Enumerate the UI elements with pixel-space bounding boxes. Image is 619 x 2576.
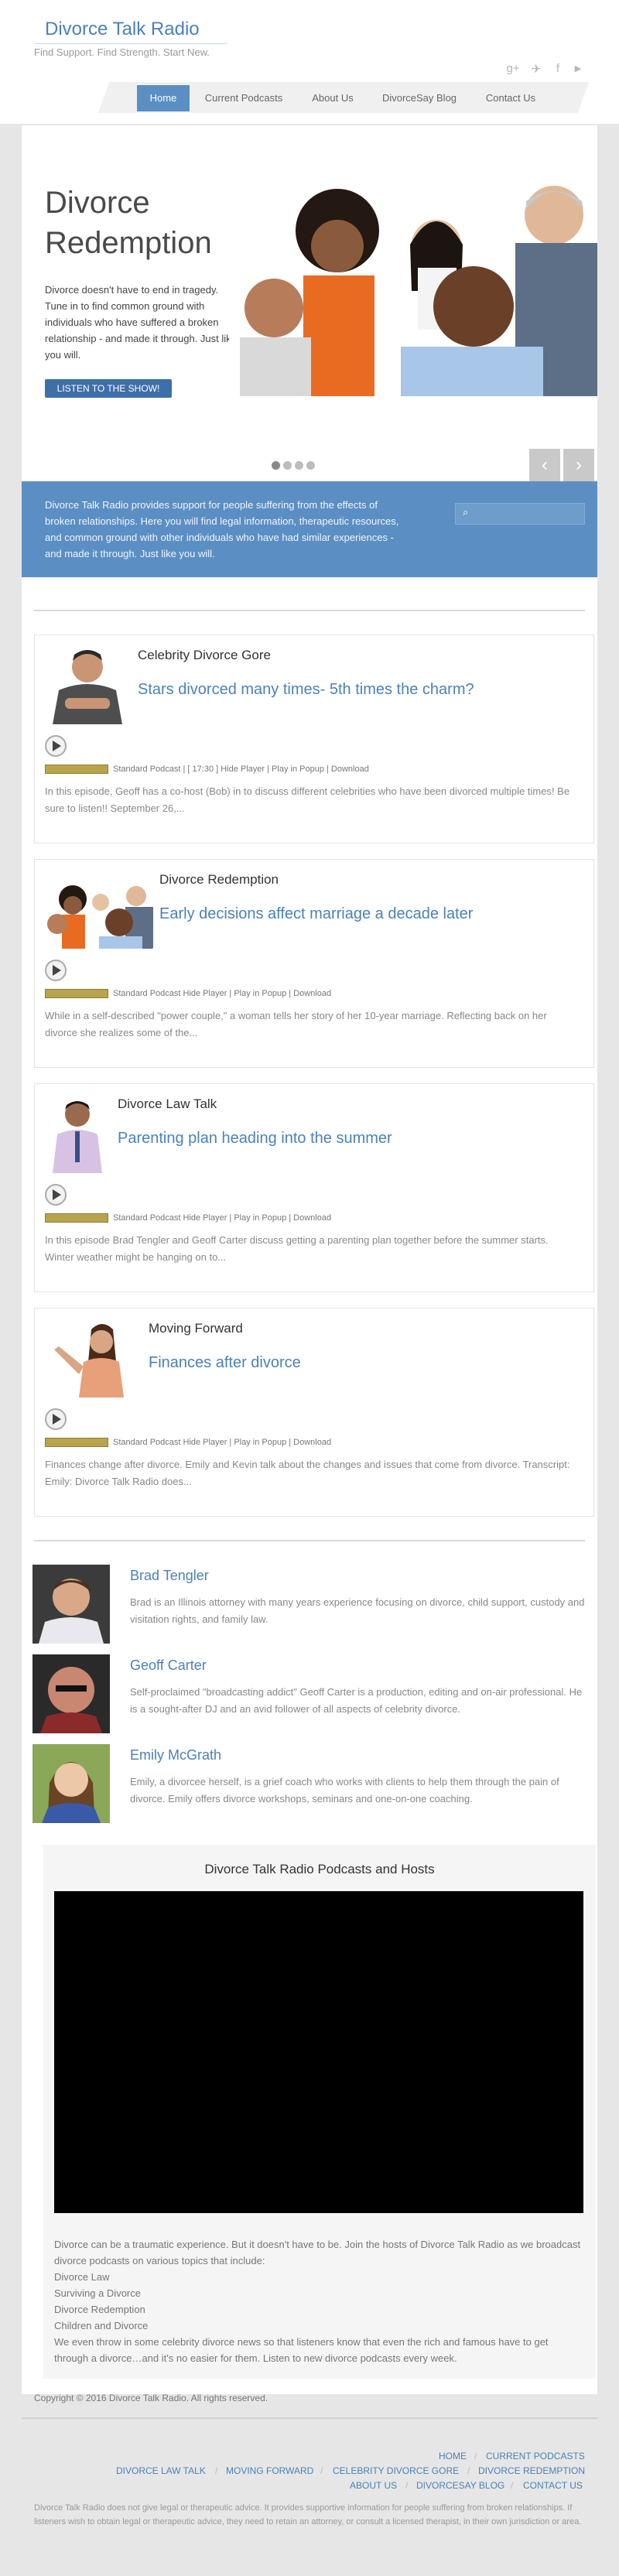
podcast-thumbnail: [45, 644, 130, 724]
play-icon: [53, 741, 61, 751]
nav-contact-us[interactable]: Contact Us: [475, 85, 546, 111]
nav-divorcesay-blog[interactable]: DivorceSay Blog: [371, 85, 467, 111]
footer-link-current-podcasts[interactable]: CURRENT PODCASTS: [486, 2451, 585, 2461]
host-photo: [32, 1654, 110, 1733]
host-name[interactable]: Brad Tengler: [130, 1568, 209, 1584]
slide-text: Divorce doesn't have to end in tragedy. …: [45, 284, 237, 361]
footer-link-divorcesay-blog[interactable]: DIVORCESAY BLOG: [416, 2480, 504, 2491]
host-name[interactable]: Geoff Carter: [130, 1657, 207, 1674]
podcast-show-name[interactable]: Divorce Redemption: [159, 872, 279, 888]
video-intro-text: Divorce can be a traumatic experience. B…: [54, 2239, 581, 2266]
footer-separator: /: [405, 2480, 409, 2491]
footer-divider: [22, 2417, 597, 2419]
slider-dot-1[interactable]: [272, 461, 280, 470]
slider-next-arrow[interactable]: ›: [563, 449, 594, 481]
slider-dot-3[interactable]: [295, 461, 303, 470]
search-icon: ⌕: [463, 506, 469, 518]
podcast-show-name[interactable]: Divorce Law Talk: [118, 1096, 217, 1112]
footer-separator: /: [215, 2465, 218, 2476]
host-name[interactable]: Emily McGrath: [130, 1747, 221, 1764]
site-tagline: Find Support. Find Strength. Start New.: [34, 46, 210, 58]
podcast-title[interactable]: Early decisions affect marriage a decade…: [159, 905, 473, 923]
video-player[interactable]: [54, 1891, 583, 2213]
search-input[interactable]: [455, 503, 585, 525]
host-bio: Self-proclaimed "broadcasting addict" Ge…: [130, 1686, 583, 1715]
play-icon: [53, 1414, 61, 1425]
nav-home[interactable]: Home: [137, 85, 190, 111]
footer-link-moving-forward[interactable]: MOVING FORWARD: [226, 2465, 313, 2476]
video-section-title: Divorce Talk Radio Podcasts and Hosts: [204, 1862, 435, 1876]
podcast-thumbnail: [45, 1094, 110, 1173]
host-bio: Brad is an Illinois attorney with many y…: [130, 1596, 585, 1625]
podcast-excerpt: Finances change after divorce. Emily and…: [45, 1459, 570, 1487]
google-plus-icon[interactable]: g+: [504, 62, 522, 75]
footer-disclaimer: Divorce Talk Radio does not give legal o…: [34, 2503, 582, 2526]
play-icon: [53, 1189, 61, 1200]
topic-item: Divorce Redemption: [54, 2304, 145, 2315]
youtube-icon[interactable]: ▶: [569, 63, 587, 74]
footer-separator: /: [320, 2465, 323, 2476]
host-photo: [32, 1565, 110, 1644]
topic-item: Divorce Law: [54, 2271, 110, 2283]
slider-dot-4[interactable]: [306, 461, 315, 470]
slider-prev-arrow[interactable]: ‹: [529, 449, 560, 481]
host-photo: [32, 1744, 110, 1823]
footer-link-divorce-redemption[interactable]: DIVORCE REDEMPTION: [478, 2465, 585, 2476]
nav-about-us[interactable]: About Us: [300, 85, 365, 111]
podcast-badge: [45, 765, 108, 774]
podcast-show-name[interactable]: Moving Forward: [149, 1321, 243, 1336]
footer-separator: /: [474, 2451, 477, 2461]
podcast-badge: [45, 1213, 108, 1223]
facebook-icon[interactable]: f: [549, 62, 566, 75]
topic-item: Children and Divorce: [54, 2320, 149, 2331]
topic-item: Surviving a Divorce: [54, 2287, 141, 2299]
podcast-meta[interactable]: Standard Podcast Hide Player | Play in P…: [113, 989, 331, 998]
site-title[interactable]: Divorce Talk Radio: [45, 19, 200, 40]
footer-link-home[interactable]: HOME: [439, 2451, 467, 2461]
intro-text: Divorce Talk Radio provides support for …: [45, 499, 399, 559]
podcast-excerpt: While in a self-described "power couple,…: [45, 1010, 547, 1038]
copyright: Copyright © 2016 Divorce Talk Radio. All…: [34, 2393, 268, 2403]
divider: [34, 1540, 585, 1541]
podcast-excerpt: In this episode Brad Tengler and Geoff C…: [45, 1234, 549, 1263]
footer-link-celebrity-divorce-gore[interactable]: CELEBRITY DIVORCE GORE: [333, 2465, 459, 2476]
hero-group-photo: [229, 175, 597, 396]
footer-separator: /: [467, 2465, 470, 2476]
podcast-meta[interactable]: Standard Podcast Hide Player | Play in P…: [113, 1438, 331, 1447]
twitter-icon[interactable]: ✈: [528, 62, 545, 76]
footer-link-divorce-law-talk[interactable]: DIVORCE LAW TALK: [116, 2465, 206, 2476]
divider: [34, 610, 585, 611]
podcast-thumbnail: [45, 882, 153, 949]
play-icon: [53, 965, 61, 976]
podcast-show-name[interactable]: Celebrity Divorce Gore: [138, 648, 271, 663]
podcast-excerpt: In this episode, Geoff has a co-host (Bo…: [45, 785, 570, 814]
podcast-title[interactable]: Stars divorced many times- 5th times the…: [138, 681, 474, 699]
podcast-title[interactable]: Finances after divorce: [149, 1354, 301, 1372]
podcast-meta[interactable]: Standard Podcast Hide Player | Play in P…: [113, 1213, 331, 1223]
podcast-badge: [45, 989, 108, 998]
nav-current-podcasts[interactable]: Current Podcasts: [195, 85, 292, 111]
listen-button[interactable]: LISTEN TO THE SHOW!: [45, 379, 172, 398]
podcast-meta[interactable]: Standard Podcast | [ 17:30 ] Hide Player…: [113, 765, 369, 774]
footer-link-about-us[interactable]: ABOUT US: [350, 2480, 397, 2491]
host-bio: Emily, a divorcee herself, is a grief co…: [130, 1776, 559, 1805]
podcast-badge: [45, 1438, 108, 1447]
slider-dot-2[interactable]: [283, 461, 292, 470]
podcast-thumbnail: [45, 1319, 141, 1397]
video-outro-text: We even throw in some celebrity divorce …: [54, 2336, 549, 2364]
footer-link-contact-us[interactable]: CONTACT US: [523, 2480, 583, 2491]
title-underline: [34, 43, 227, 44]
podcast-title[interactable]: Parenting plan heading into the summer: [118, 1130, 392, 1148]
footer-separator: /: [511, 2480, 514, 2491]
